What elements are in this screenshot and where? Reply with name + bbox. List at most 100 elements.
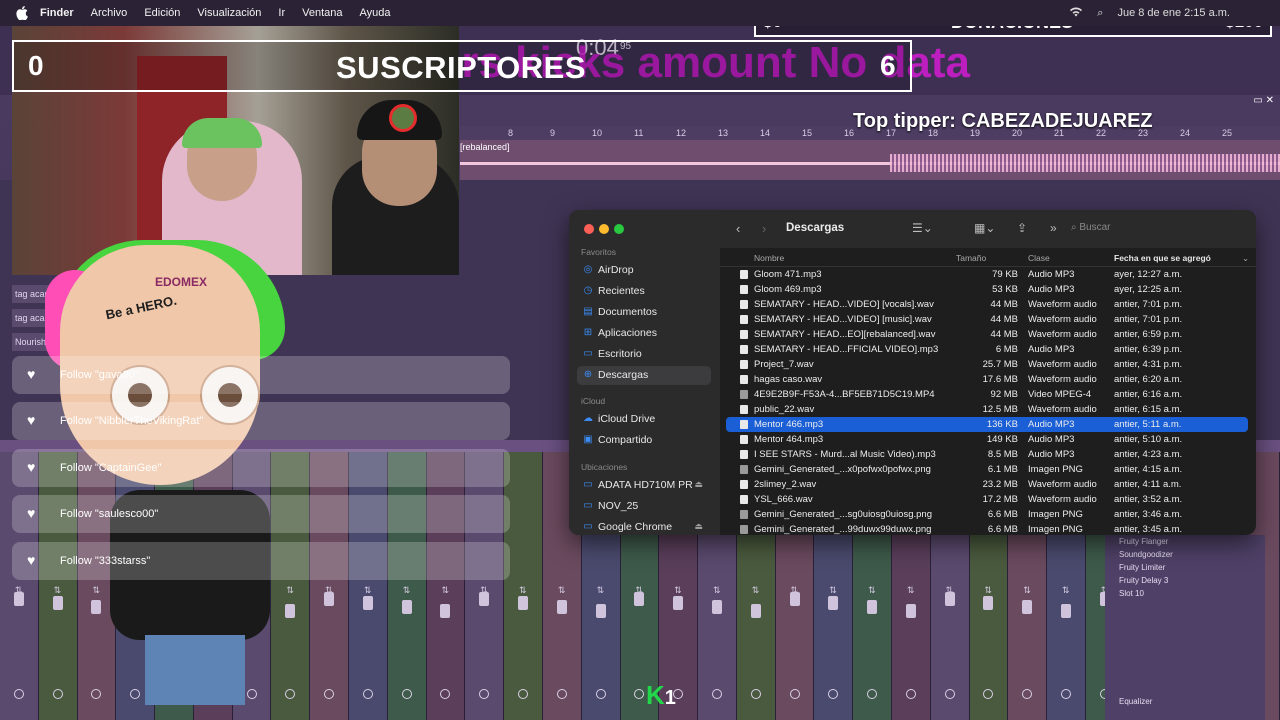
sidebar-item[interactable]: ◷ Recientes [577, 282, 711, 301]
channel-fader[interactable] [711, 600, 722, 614]
mixer-channel[interactable]: ⇅ [310, 452, 350, 720]
fx-slot[interactable]: Fruity Delay 3 [1105, 574, 1265, 587]
file-row[interactable]: SEMATARY - HEAD...EO][rebalanced].wav 44 … [720, 327, 1256, 342]
channel-knob[interactable] [1060, 689, 1071, 699]
file-row[interactable]: I SEE STARS - Murd...al Music Video).mp3… [720, 447, 1256, 462]
col-date[interactable]: Fecha en que se agregó [1114, 253, 1211, 263]
menu-item[interactable]: Ir [278, 7, 285, 19]
channel-fader[interactable] [13, 592, 24, 606]
grid-view-icon[interactable]: ▦⌄ [974, 221, 995, 235]
channel-fader[interactable] [944, 592, 955, 606]
channel-knob[interactable] [556, 689, 567, 699]
channel-knob[interactable] [789, 689, 800, 699]
channel-knob[interactable] [828, 689, 839, 699]
file-row[interactable]: SEMATARY - HEAD...VIDEO] [music].wav 44 M… [720, 312, 1256, 327]
eject-icon[interactable]: ⏏ [694, 479, 703, 490]
sidebar-item[interactable]: ▭ Escritorio [577, 345, 711, 364]
fx-slot[interactable]: Soundgoodizer [1105, 548, 1265, 561]
sidebar-item[interactable]: ☁ iCloud Drive [577, 410, 711, 429]
channel-knob[interactable] [479, 689, 490, 699]
sidebar-item[interactable]: ▭ NOV_25 [577, 497, 711, 516]
search-field[interactable]: ⌕ Buscar [1071, 222, 1251, 233]
channel-knob[interactable] [634, 689, 645, 699]
channel-knob[interactable] [518, 689, 529, 699]
daw-audio-track[interactable]: [rebalanced] [460, 140, 1280, 180]
channel-knob[interactable] [595, 689, 606, 699]
channel-fader[interactable] [479, 592, 490, 606]
mixer-channel[interactable]: ⇅ [426, 452, 466, 720]
fx-slot[interactable]: Fruity Flanger [1105, 535, 1265, 548]
file-row[interactable]: Project_7.wav 25.7 MB Waveform audio antier… [720, 357, 1256, 372]
channel-fader[interactable] [634, 592, 645, 606]
file-row[interactable]: Gemini_Generated_...x0pofwx0pofwx.png 6.1… [720, 462, 1256, 477]
channel-knob[interactable] [401, 689, 412, 699]
file-row[interactable]: Mentor 464.mp3 149 KB Audio MP3 antier, 5:1… [720, 432, 1256, 447]
channel-fader[interactable] [556, 600, 567, 614]
channel-knob[interactable] [362, 689, 373, 699]
channel-fader[interactable] [750, 604, 761, 618]
channel-knob[interactable] [944, 689, 955, 699]
wifi-icon[interactable] [1069, 7, 1083, 20]
sidebar-item[interactable]: ▭ Google Chrome ⏏ [577, 518, 711, 535]
menu-app-finder[interactable]: Finder [40, 7, 74, 19]
menu-item[interactable]: Ayuda [360, 7, 391, 19]
channel-fader[interactable] [324, 592, 335, 606]
close-window-button[interactable] [584, 224, 594, 234]
channel-fader[interactable] [789, 592, 800, 606]
channel-knob[interactable] [711, 689, 722, 699]
daw-window-controls[interactable]: ▭ ✕ [1253, 95, 1274, 106]
more-toolbar-icon[interactable]: » [1050, 221, 1057, 235]
channel-fader[interactable] [401, 600, 412, 614]
file-row[interactable]: 2slimey_2.wav 23.2 MB Waveform audio antier… [720, 477, 1256, 492]
apple-icon[interactable] [16, 6, 30, 21]
menu-item[interactable]: Ventana [302, 7, 342, 19]
sidebar-item[interactable]: ◎ AirDrop [577, 261, 711, 280]
mixer-channel[interactable]: ⇅ [349, 452, 388, 720]
search-icon[interactable]: ⌕ [1097, 7, 1103, 20]
channel-fader[interactable] [518, 596, 529, 610]
col-size[interactable]: Tamaño [956, 253, 986, 263]
menu-item[interactable]: Archivo [91, 7, 128, 19]
channel-knob[interactable] [983, 689, 994, 699]
mixer-channel[interactable]: ⇅ [465, 452, 505, 720]
mixer-channel[interactable]: ⇅ [504, 452, 543, 720]
forward-icon[interactable]: › [762, 221, 766, 236]
list-view-icon[interactable]: ☰⌄ [912, 221, 933, 235]
channel-knob[interactable] [1022, 689, 1033, 699]
col-kind[interactable]: Clase [1028, 253, 1050, 263]
channel-fader[interactable] [983, 596, 994, 610]
file-row[interactable]: Gemini_Generated_...sg0uiosg0uiosg.png 6.… [720, 507, 1256, 522]
menu-item[interactable]: Edición [144, 7, 180, 19]
sidebar-item[interactable]: ▭ ADATA HD710M PR ⏏ [577, 476, 711, 495]
zoom-window-button[interactable] [614, 224, 624, 234]
file-row[interactable]: SEMATARY - HEAD...FFICIAL VIDEO].mp3 6 MB… [720, 342, 1256, 357]
channel-fader[interactable] [362, 596, 373, 610]
share-icon[interactable]: ⇪ [1017, 221, 1027, 235]
channel-fader[interactable] [595, 604, 606, 618]
file-row[interactable]: hagas caso.wav 17.6 MB Waveform audio antie… [720, 372, 1256, 387]
mixer-channel[interactable]: ⇅ [0, 452, 39, 720]
sidebar-item[interactable]: ▤ Documentos [577, 303, 711, 322]
channel-knob[interactable] [324, 689, 335, 699]
minimize-window-button[interactable] [599, 224, 609, 234]
file-row[interactable]: YSL_666.wav 17.2 MB Waveform audio antier, … [720, 492, 1256, 507]
channel-knob[interactable] [750, 689, 761, 699]
channel-fader[interactable] [867, 600, 878, 614]
fx-slot[interactable]: Fruity Limiter [1105, 561, 1265, 574]
channel-knob[interactable] [440, 689, 451, 699]
file-row[interactable]: Gloom 471.mp3 79 KB Audio MP3 ayer, 12:27 a… [720, 267, 1256, 282]
fx-slot[interactable]: Slot 10 [1105, 587, 1265, 600]
col-name[interactable]: Nombre [754, 253, 784, 263]
file-row[interactable]: public_22.wav 12.5 MB Waveform audio antier… [720, 402, 1256, 417]
sidebar-item[interactable]: ▣ Compartido [577, 431, 711, 450]
channel-fader[interactable] [1060, 604, 1071, 618]
mixer-channel[interactable]: ⇅ [387, 452, 427, 720]
channel-knob[interactable] [13, 689, 24, 699]
sidebar-item[interactable]: ⊕ Descargas [577, 366, 711, 385]
back-icon[interactable]: ‹ [736, 221, 740, 236]
file-row[interactable]: 4E9E2B9F-F53A-4...BF5EB71D5C19.MP4 92 MB V… [720, 387, 1256, 402]
channel-fader[interactable] [440, 604, 451, 618]
channel-fader[interactable] [828, 596, 839, 610]
file-row[interactable]: Gloom 469.mp3 53 KB Audio MP3 ayer, 12:25 a… [720, 282, 1256, 297]
menu-item[interactable]: Visualización [197, 7, 261, 19]
